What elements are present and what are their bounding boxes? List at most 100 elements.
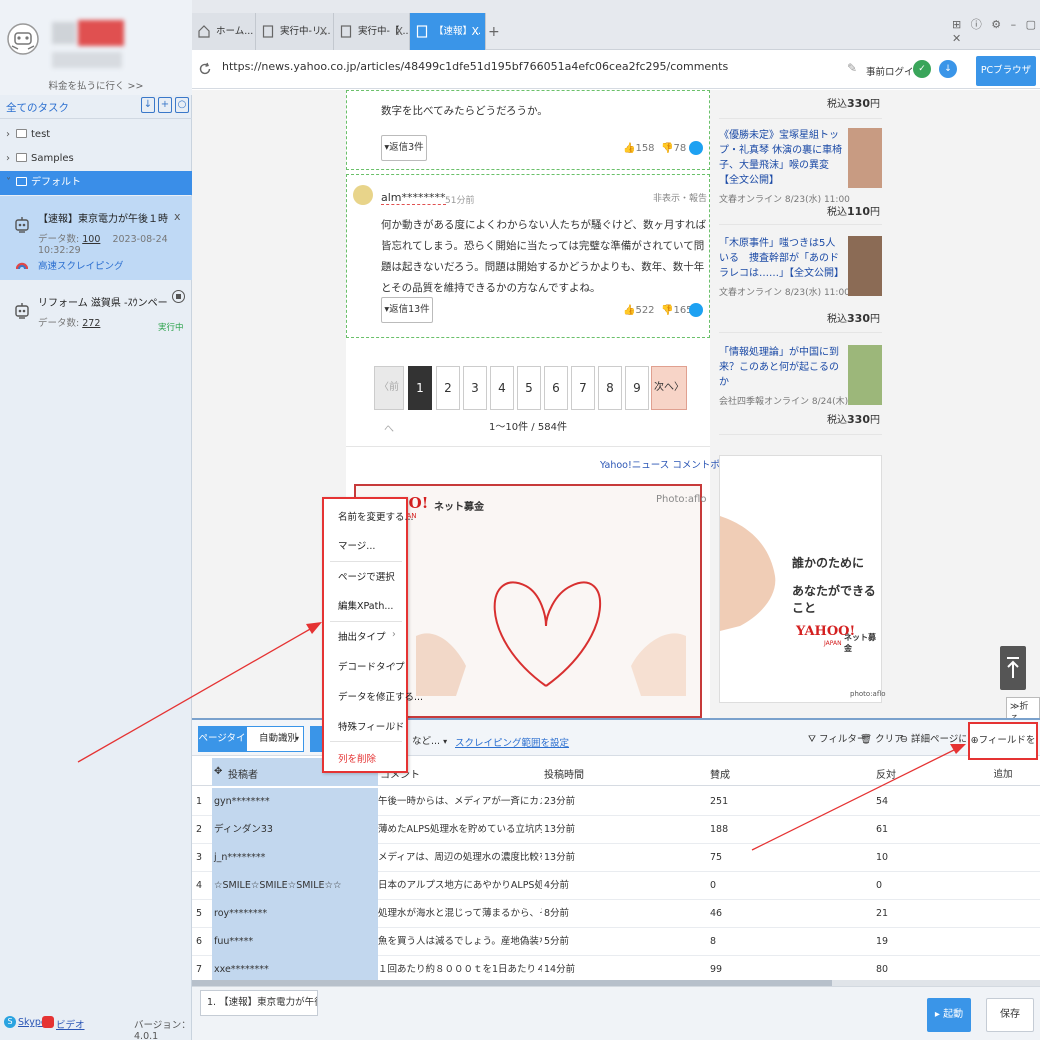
cell-time[interactable]: 8分前 <box>544 900 704 928</box>
column-header[interactable]: 投稿者 <box>228 766 258 781</box>
tab-news-active[interactable]: 【速報】... X <box>410 13 486 50</box>
cell-comment[interactable]: 処理水が海水と混じって薄まるから、そこまで気に... <box>378 900 542 928</box>
add-field-button[interactable]: ⊕フィールドを追加 <box>968 722 1038 780</box>
column-header[interactable]: 投稿時間 <box>544 766 584 781</box>
pagination-next[interactable]: 次へ〉 <box>651 366 687 410</box>
news-thumbnail[interactable] <box>848 128 882 188</box>
go-detail-button[interactable]: ⊖ 詳細ページに行く <box>900 731 966 745</box>
pay-link[interactable]: 料金を払うに行く >> <box>40 78 152 92</box>
table-row[interactable]: 6 fuu***** 魚を買う人は減るでしょう。産地偽装なども考えれ... 5分… <box>192 928 1040 956</box>
tab-running-1[interactable]: 実行中-リ... X <box>256 13 334 50</box>
pagination-page[interactable]: 4 <box>490 366 514 410</box>
column-header[interactable]: 賛成 <box>710 766 730 781</box>
save-button[interactable]: 保存 <box>986 998 1034 1032</box>
menu-item-extract-type[interactable]: 抽出タイプ › <box>338 629 396 643</box>
cell-agree[interactable]: 251 <box>710 788 870 816</box>
new-tab-button[interactable]: + <box>488 24 500 40</box>
cell-author[interactable]: gyn******** <box>212 788 378 816</box>
news-title[interactable]: 「木原事件」嗤つきは5人いる 捜査幹部が「あのドラレコは……」【全文公開】 <box>719 236 844 281</box>
new-task-icon[interactable]: + <box>158 97 172 113</box>
refresh-icon[interactable] <box>198 62 212 76</box>
tree-item-samples[interactable]: › Samples <box>0 147 192 171</box>
stop-task-icon[interactable] <box>172 290 185 303</box>
table-row[interactable]: 4 ☆SMILE☆SMILE☆SMILE☆☆ 日本のアルプス地方にあやかりALP… <box>192 872 1040 900</box>
pc-browser-button[interactable]: PCブラウザ <box>976 56 1036 86</box>
table-row[interactable]: 3 j_n******** メディアは、周辺の処理水の濃度比較を合わせ科学...… <box>192 844 1040 872</box>
extension-icon-green[interactable]: ✓ <box>913 60 931 78</box>
menu-item-special-field[interactable]: 特殊フィールド › <box>338 719 404 733</box>
cell-time[interactable]: 13分前 <box>544 816 704 844</box>
table-row[interactable]: 1 gyn******** 午後一時からは、メディアが一斉にカメラを入れて...… <box>192 788 1040 816</box>
task-tab[interactable]: 1. 【速報】東京電力が午後１時頃... <box>200 990 318 1016</box>
cell-comment[interactable]: 薄めたALPS処理水を貯めている立坑内のトリチウ... <box>378 816 542 844</box>
menu-item-merge[interactable]: マージ... <box>338 538 375 552</box>
video-icon[interactable] <box>42 1016 54 1028</box>
cell-comment[interactable]: 午後一時からは、メディアが一斉にカメラを入れて... <box>378 788 542 816</box>
video-link[interactable]: ビデオ <box>56 1017 85 1031</box>
extension-icon-blue[interactable]: ↓ <box>939 60 957 78</box>
scroll-to-top-button[interactable] <box>1000 646 1026 690</box>
cell-agree[interactable]: 0 <box>710 872 870 900</box>
cell-author[interactable]: j_n******** <box>212 844 378 872</box>
filter-button[interactable]: ⛛ フィルター <box>808 731 866 745</box>
start-button[interactable]: ▸ 起動 <box>927 998 971 1032</box>
cell-agree[interactable]: 75 <box>710 844 870 872</box>
cell-disagree[interactable]: 54 <box>876 788 1036 816</box>
news-title[interactable]: 「情報処理論」が中国に到来？このあと何が起こるのか <box>719 345 843 390</box>
pagination-page[interactable]: 1 <box>408 366 432 410</box>
menu-item-rename[interactable]: 名前を変更する... <box>338 509 414 523</box>
close-task-icon[interactable]: x <box>174 210 181 223</box>
all-tasks-label[interactable]: 全てのタスク <box>6 100 69 115</box>
dislike-count[interactable]: 👎165 <box>661 305 693 316</box>
hide-report-link[interactable]: 非表示・報告 <box>653 191 707 204</box>
reply-button[interactable]: ▾返信3件 <box>381 135 427 161</box>
cell-disagree[interactable]: 19 <box>876 928 1036 956</box>
cell-author[interactable]: ディンダン33 <box>212 816 378 844</box>
cell-author[interactable]: fuu***** <box>212 928 378 956</box>
cell-comment[interactable]: 魚を買う人は減るでしょう。産地偽装なども考えれ... <box>378 928 542 956</box>
move-column-icon[interactable]: ✥ <box>214 766 222 777</box>
page-type-select[interactable]: 自動識別 ▾ <box>246 726 304 752</box>
cell-time[interactable]: 5分前 <box>544 928 704 956</box>
dislike-count[interactable]: 👎78 <box>661 143 686 154</box>
cell-time[interactable]: 4分前 <box>544 872 704 900</box>
cell-time[interactable]: 13分前 <box>544 844 704 872</box>
pagination-page[interactable]: 9 <box>625 366 649 410</box>
cell-agree[interactable]: 8 <box>710 928 870 956</box>
menu-item-select-on-page[interactable]: ページで選択 <box>338 569 395 583</box>
cell-disagree[interactable]: 21 <box>876 900 1036 928</box>
menu-item-modify-data[interactable]: データを修正する... <box>338 689 423 703</box>
search-task-icon[interactable]: ○ <box>175 97 189 113</box>
cell-time[interactable]: 23分前 <box>544 788 704 816</box>
news-thumbnail[interactable] <box>848 345 882 405</box>
tree-item-default[interactable]: ˅ デフォルト <box>0 171 192 195</box>
donation-ad[interactable]: 誰かのために あなたができること YAHOO! JAPAN ネット募金 phot… <box>719 455 886 703</box>
cell-disagree[interactable]: 10 <box>876 844 1036 872</box>
tab-running-2[interactable]: 実行中-【... X <box>334 13 410 50</box>
cell-comment[interactable]: 日本のアルプス地方にあやかりALPS処理水という... <box>378 872 542 900</box>
pagination-page[interactable]: 7 <box>571 366 595 410</box>
cell-agree[interactable]: 188 <box>710 816 870 844</box>
tree-item-test[interactable]: › test <box>0 123 192 147</box>
cell-author[interactable]: ☆SMILE☆SMILE☆SMILE☆☆ <box>212 872 378 900</box>
reply-button[interactable]: ▾返信13件 <box>381 297 433 323</box>
like-count[interactable]: 👍522 <box>623 305 655 316</box>
like-count[interactable]: 👍158 <box>623 143 655 154</box>
avatar[interactable] <box>6 22 40 60</box>
cell-disagree[interactable]: 0 <box>876 872 1036 900</box>
pagination-page[interactable]: 2 <box>436 366 460 410</box>
twitter-icon[interactable] <box>689 303 703 317</box>
news-thumbnail[interactable] <box>848 236 882 296</box>
clear-button[interactable]: 🗑 クリア <box>860 731 904 745</box>
task-item-2[interactable]: リフォーム 滋賀県 -ｽｳンペーシ-スクレ... データ数: 272 実行中 <box>0 284 192 344</box>
twitter-icon[interactable] <box>689 141 703 155</box>
table-row[interactable]: 2 ディンダン33 薄めたALPS処理水を貯めている立坑内のトリチウ... 13… <box>192 816 1040 844</box>
news-title[interactable]: 《優勝未定》宝塚星組トップ・礼真琴 休演の裏に車椅子、大量飛沫」喉の異変【全文公… <box>719 128 843 188</box>
import-task-icon[interactable]: ↓ <box>141 97 155 113</box>
edit-url-icon[interactable]: ✎ <box>847 61 857 75</box>
menu-item-delete-column[interactable]: 列を削除 <box>338 751 376 765</box>
pagination-page[interactable]: 5 <box>517 366 541 410</box>
table-row[interactable]: 5 roy******** 処理水が海水と混じって薄まるから、そこまで気に...… <box>192 900 1040 928</box>
menu-item-decode-type[interactable]: デコードタイプ › <box>338 659 405 673</box>
close-tab-icon[interactable]: X <box>471 13 479 50</box>
